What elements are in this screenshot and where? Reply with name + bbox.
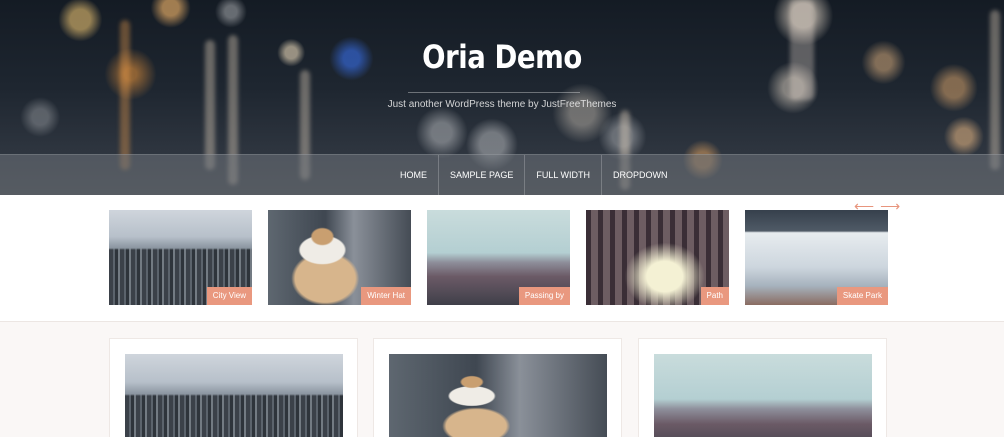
title-divider [408, 92, 580, 93]
main-navigation: HOME SAMPLE PAGE FULL WIDTH DROPDOWN [0, 154, 1004, 195]
slide-label[interactable]: Winter Hat [361, 287, 411, 305]
slide-label[interactable]: Path [700, 287, 729, 305]
nav-item-full-width[interactable]: FULL WIDTH [525, 155, 603, 195]
carousel-slide-city-view[interactable]: City View [109, 210, 252, 305]
post-thumbnail[interactable] [125, 354, 343, 437]
nav-item-home[interactable]: HOME [389, 155, 439, 195]
nav-item-dropdown[interactable]: DROPDOWN [602, 155, 679, 195]
post-card [109, 338, 358, 437]
carousel-slide-path[interactable]: Path [586, 210, 729, 305]
slide-label[interactable]: Skate Park [836, 287, 888, 305]
slide-label[interactable]: City View [206, 287, 252, 305]
nav-menu: HOME SAMPLE PAGE FULL WIDTH DROPDOWN [389, 155, 679, 195]
carousel-slide-passing-by[interactable]: Passing by [427, 210, 570, 305]
carousel-slide-winter-hat[interactable]: Winter Hat [268, 210, 411, 305]
site-header: Oria Demo Just another WordPress theme b… [0, 0, 1004, 195]
featured-carousel: ⟵ ⟶ City View Winter Hat Passing by Path… [0, 195, 1004, 322]
page: Oria Demo Just another WordPress theme b… [0, 0, 1004, 437]
post-card [373, 338, 622, 437]
carousel-slide-skate-park[interactable]: Skate Park [745, 210, 888, 305]
post-thumbnail[interactable] [389, 354, 607, 437]
nav-item-sample-page[interactable]: SAMPLE PAGE [439, 155, 526, 195]
site-tagline: Just another WordPress theme by JustFree… [387, 99, 617, 110]
post-card [638, 338, 887, 437]
post-thumbnail[interactable] [654, 354, 872, 437]
site-title[interactable]: Oria Demo [70, 38, 933, 76]
slide-label[interactable]: Passing by [518, 287, 570, 305]
